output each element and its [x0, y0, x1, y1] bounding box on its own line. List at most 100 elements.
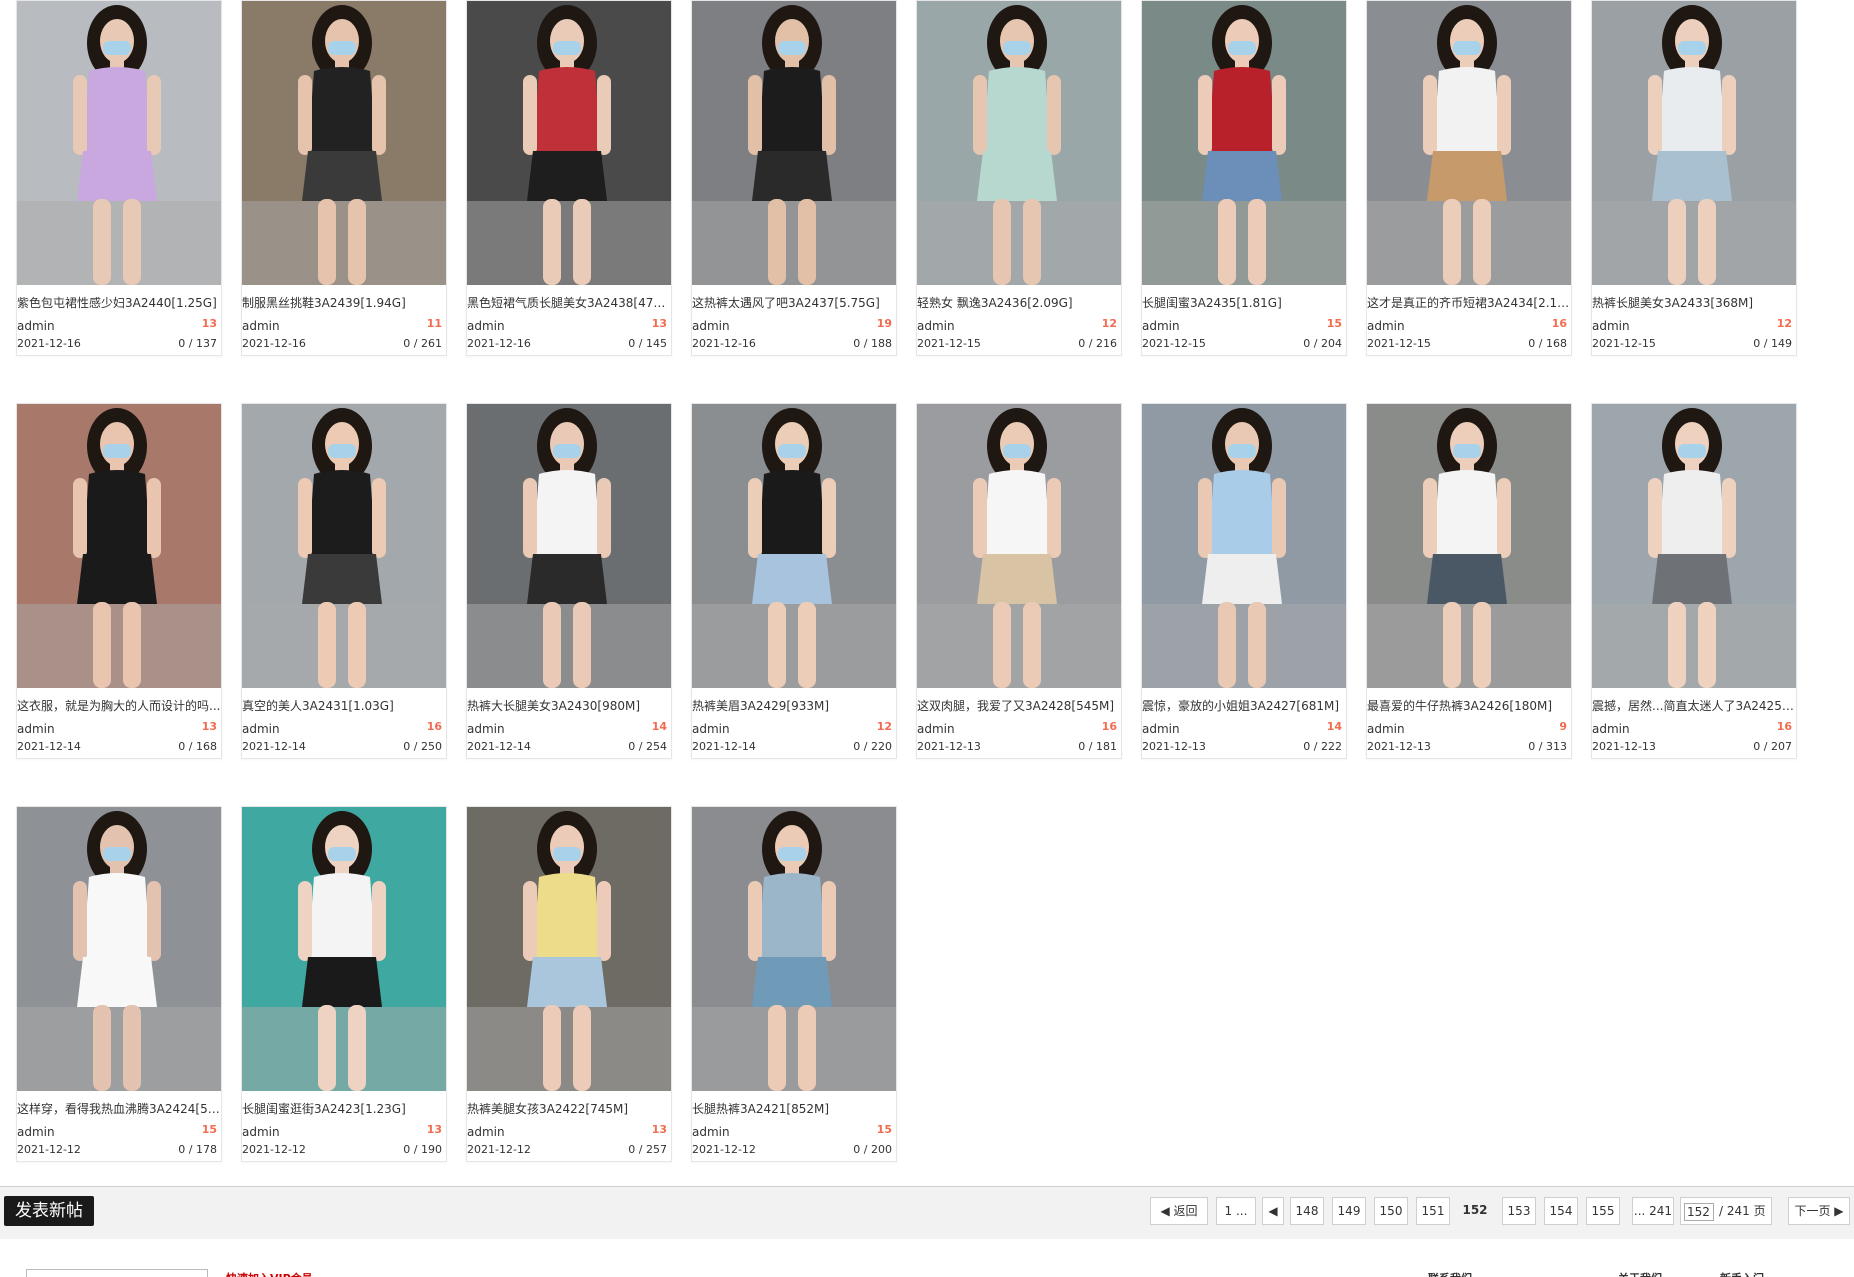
thread-thumbnail[interactable]: [1142, 404, 1346, 688]
thread-card[interactable]: 轻熟女 飘逸3A2436[2.09G] admin 12 2021-12-15 …: [916, 0, 1122, 356]
footer-contact-link[interactable]: 联系我们: [1428, 1270, 1472, 1277]
thread-title[interactable]: 热裤长腿美女3A2433[368M]: [1592, 295, 1796, 311]
new-post-button[interactable]: 发表新帖: [4, 1196, 94, 1226]
thread-author[interactable]: admin: [467, 319, 505, 333]
thread-card[interactable]: 长腿闺蜜3A2435[1.81G] admin 15 2021-12-15 0 …: [1141, 0, 1347, 356]
thread-title[interactable]: 震惊，豪放的小姐姐3A2427[681M]: [1142, 698, 1346, 714]
thread-author[interactable]: admin: [17, 1125, 55, 1139]
back-button[interactable]: ◀ 返回: [1150, 1197, 1208, 1225]
thread-title[interactable]: 热裤美腿女孩3A2422[745M]: [467, 1101, 671, 1117]
thread-author[interactable]: admin: [692, 722, 730, 736]
footer-guide-link[interactable]: 新手入门: [1720, 1270, 1764, 1277]
thread-title[interactable]: 热裤美眉3A2429[933M]: [692, 698, 896, 714]
thread-author[interactable]: admin: [1592, 319, 1630, 333]
thread-card[interactable]: 紫色包屯裙性感少妇3A2440[1.25G] admin 13 2021-12-…: [16, 0, 222, 356]
last-page-link[interactable]: ... 241: [1632, 1197, 1674, 1225]
thread-card[interactable]: 最喜爱的牛仔热裤3A2426[180M] admin 9 2021-12-13 …: [1366, 403, 1572, 759]
thread-thumbnail[interactable]: [917, 1, 1121, 285]
thread-author[interactable]: admin: [692, 319, 730, 333]
thread-card[interactable]: 震撼，居然...简直太迷人了3A2425[... admin 16 2021-1…: [1591, 403, 1797, 759]
thread-author[interactable]: admin: [17, 722, 55, 736]
thread-thumbnail[interactable]: [917, 404, 1121, 688]
thread-thumbnail[interactable]: [467, 404, 671, 688]
page-link[interactable]: 151: [1416, 1197, 1450, 1225]
thread-thumbnail[interactable]: [1367, 404, 1571, 688]
thread-thumbnail[interactable]: [1592, 1, 1796, 285]
thread-thumbnail[interactable]: [1592, 404, 1796, 688]
thread-thumbnail[interactable]: [242, 807, 446, 1091]
thread-title[interactable]: 这热裤太遇风了吧3A2437[5.75G]: [692, 295, 896, 311]
thread-author[interactable]: admin: [17, 319, 55, 333]
thread-author[interactable]: admin: [692, 1125, 730, 1139]
thread-thumbnail[interactable]: [242, 1, 446, 285]
thread-author[interactable]: admin: [1367, 722, 1405, 736]
thread-thumbnail[interactable]: [1367, 1, 1571, 285]
thread-thumbnail[interactable]: [242, 404, 446, 688]
thread-card[interactable]: 热裤大长腿美女3A2430[980M] admin 14 2021-12-14 …: [466, 403, 672, 759]
thread-title[interactable]: 这双肉腿，我爱了又3A2428[545M]: [917, 698, 1121, 714]
thread-title[interactable]: 热裤大长腿美女3A2430[980M]: [467, 698, 671, 714]
thread-thumbnail[interactable]: [692, 404, 896, 688]
thread-card[interactable]: 真空的美人3A2431[1.03G] admin 16 2021-12-14 0…: [241, 403, 447, 759]
thread-thumbnail[interactable]: [692, 807, 896, 1091]
thread-author[interactable]: admin: [1142, 319, 1180, 333]
thread-author[interactable]: admin: [1367, 319, 1405, 333]
thread-author[interactable]: admin: [242, 722, 280, 736]
thread-title[interactable]: 长腿闺蜜3A2435[1.81G]: [1142, 295, 1346, 311]
thread-title[interactable]: 真空的美人3A2431[1.03G]: [242, 698, 446, 714]
thread-title[interactable]: 这才是真正的齐币短裙3A2434[2.16G]: [1367, 295, 1571, 311]
thread-thumbnail[interactable]: [17, 807, 221, 1091]
thread-card[interactable]: 热裤长腿美女3A2433[368M] admin 12 2021-12-15 0…: [1591, 0, 1797, 356]
page-link[interactable]: 148: [1290, 1197, 1324, 1225]
thread-author[interactable]: admin: [242, 319, 280, 333]
page-link[interactable]: 155: [1586, 1197, 1620, 1225]
thread-card[interactable]: 长腿热裤3A2421[852M] admin 15 2021-12-12 0 /…: [691, 806, 897, 1162]
thread-author[interactable]: admin: [917, 319, 955, 333]
thread-card[interactable]: 这衣服，就是为胸大的人而设计的吗... admin 13 2021-12-14 …: [16, 403, 222, 759]
page-link[interactable]: 153: [1502, 1197, 1536, 1225]
thread-thumbnail[interactable]: [692, 1, 896, 285]
thread-thumbnail[interactable]: [17, 1, 221, 285]
thread-card[interactable]: 这双肉腿，我爱了又3A2428[545M] admin 16 2021-12-1…: [916, 403, 1122, 759]
thread-title[interactable]: 长腿热裤3A2421[852M]: [692, 1101, 896, 1117]
thread-card[interactable]: 这才是真正的齐币短裙3A2434[2.16G] admin 16 2021-12…: [1366, 0, 1572, 356]
thread-title[interactable]: 这样穿，看得我热血沸腾3A2424[55...: [17, 1101, 221, 1117]
page-link[interactable]: 154: [1544, 1197, 1578, 1225]
thread-author[interactable]: admin: [1592, 722, 1630, 736]
footer-vip-link[interactable]: 快速加入VIP会员: [226, 1270, 313, 1277]
thread-author[interactable]: admin: [917, 722, 955, 736]
thread-title[interactable]: 黑色短裙气质长腿美女3A2438[476M]: [467, 295, 671, 311]
thread-thumbnail[interactable]: [467, 1, 671, 285]
prev-page-button[interactable]: ◀: [1262, 1197, 1284, 1225]
thread-title[interactable]: 长腿闺蜜逛街3A2423[1.23G]: [242, 1101, 446, 1117]
thread-card[interactable]: 制服黑丝挑鞋3A2439[1.94G] admin 11 2021-12-16 …: [241, 0, 447, 356]
thread-thumbnail[interactable]: [1142, 1, 1346, 285]
first-page-link[interactable]: 1 ...: [1216, 1197, 1256, 1225]
thread-title[interactable]: 最喜爱的牛仔热裤3A2426[180M]: [1367, 698, 1571, 714]
thread-author[interactable]: admin: [467, 1125, 505, 1139]
thread-thumbnail[interactable]: [17, 404, 221, 688]
thread-card[interactable]: 长腿闺蜜逛街3A2423[1.23G] admin 13 2021-12-12 …: [241, 806, 447, 1162]
thread-author[interactable]: admin: [242, 1125, 280, 1139]
thread-card[interactable]: 热裤美眉3A2429[933M] admin 12 2021-12-14 0 /…: [691, 403, 897, 759]
footer-about-link[interactable]: 关于我们: [1618, 1270, 1662, 1277]
thread-title[interactable]: 这衣服，就是为胸大的人而设计的吗...: [17, 698, 221, 714]
page-jump-input[interactable]: [1684, 1203, 1714, 1221]
thread-view-count: 0 / 207: [1753, 740, 1792, 753]
next-page-button[interactable]: 下一页 ▶: [1788, 1197, 1850, 1225]
thread-card[interactable]: 热裤美腿女孩3A2422[745M] admin 13 2021-12-12 0…: [466, 806, 672, 1162]
thread-thumbnail[interactable]: [467, 807, 671, 1091]
page-link[interactable]: 149: [1332, 1197, 1366, 1225]
thread-author[interactable]: admin: [467, 722, 505, 736]
thread-card[interactable]: 黑色短裙气质长腿美女3A2438[476M] admin 13 2021-12-…: [466, 0, 672, 356]
thread-title[interactable]: 轻熟女 飘逸3A2436[2.09G]: [917, 295, 1121, 311]
thread-card[interactable]: 这热裤太遇风了吧3A2437[5.75G] admin 19 2021-12-1…: [691, 0, 897, 356]
thread-title[interactable]: 制服黑丝挑鞋3A2439[1.94G]: [242, 295, 446, 311]
thread-title[interactable]: 紫色包屯裙性感少妇3A2440[1.25G]: [17, 295, 221, 311]
thread-card[interactable]: 震惊，豪放的小姐姐3A2427[681M] admin 14 2021-12-1…: [1141, 403, 1347, 759]
chevron-right-icon: ▶: [1834, 1204, 1844, 1218]
thread-card[interactable]: 这样穿，看得我热血沸腾3A2424[55... admin 15 2021-12…: [16, 806, 222, 1162]
thread-author[interactable]: admin: [1142, 722, 1180, 736]
page-link[interactable]: 150: [1374, 1197, 1408, 1225]
thread-title[interactable]: 震撼，居然...简直太迷人了3A2425[...: [1592, 698, 1796, 714]
